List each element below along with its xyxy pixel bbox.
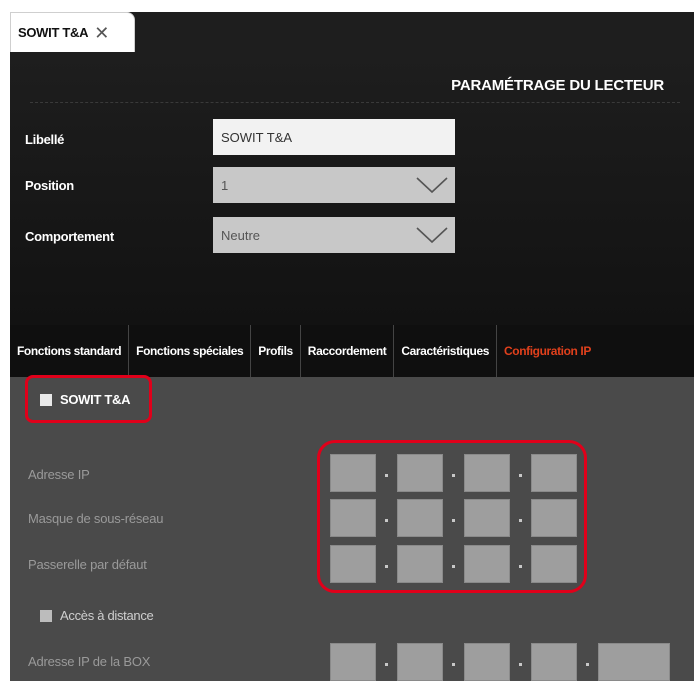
passerelle-label: Passerelle par défaut	[28, 557, 147, 572]
document-tab-bar: SOWIT T&A ✕	[10, 12, 694, 52]
mask-octet-2[interactable]	[397, 499, 443, 537]
libelle-value: SOWIT T&A	[221, 129, 293, 145]
comportement-value: Neutre	[221, 227, 261, 243]
adresse-ip-label: Adresse IP	[28, 467, 90, 482]
mask-octet-3[interactable]	[464, 499, 510, 537]
enable-checkbox-row[interactable]: SOWIT T&A	[40, 392, 131, 407]
box-ip-octet-2[interactable]	[397, 643, 443, 681]
separator-dot	[452, 474, 455, 477]
mask-octet-4[interactable]	[531, 499, 577, 537]
ip-config-panel: SOWIT T&A Adresse IP Masque de sous-rése…	[10, 375, 694, 681]
ip-octet-2[interactable]	[397, 454, 443, 492]
box-ip-octet-4[interactable]	[531, 643, 577, 681]
tab-caracteristiques[interactable]: Caractéristiques	[394, 325, 498, 377]
box-ip-label: Adresse IP de la BOX	[28, 654, 151, 669]
ip-octet-4[interactable]	[531, 454, 577, 492]
remote-access-checkbox-row[interactable]: Accès à distance	[40, 608, 154, 623]
comportement-label: Comportement	[25, 229, 114, 244]
separator-dot	[385, 565, 388, 568]
enable-checkbox-label: SOWIT T&A	[60, 392, 131, 407]
libelle-label: Libellé	[25, 132, 65, 147]
separator-dot	[586, 663, 589, 666]
reader-settings-panel: PARAMÉTRAGE DU LECTEUR Libellé SOWIT T&A…	[10, 52, 694, 325]
document-tab-title: SOWIT T&A	[18, 25, 89, 40]
tab-raccordement[interactable]: Raccordement	[301, 325, 395, 377]
ip-octet-3[interactable]	[464, 454, 510, 492]
separator-dot	[519, 663, 522, 666]
tab-fonctions-speciales[interactable]: Fonctions spéciales	[129, 325, 252, 377]
remote-access-label: Accès à distance	[60, 608, 154, 623]
separator-dot	[452, 565, 455, 568]
ip-octet-1[interactable]	[330, 454, 376, 492]
box-ip-octet-1[interactable]	[330, 643, 376, 681]
chevron-down-icon	[416, 227, 448, 244]
separator-dot	[452, 519, 455, 522]
separator-dot	[519, 565, 522, 568]
position-label: Position	[25, 178, 74, 193]
document-tab[interactable]: SOWIT T&A ✕	[10, 12, 135, 52]
box-port-input[interactable]	[598, 643, 670, 681]
tab-profils[interactable]: Profils	[251, 325, 301, 377]
gateway-octet-4[interactable]	[531, 545, 577, 583]
tab-fonctions-standard[interactable]: Fonctions standard	[10, 325, 130, 377]
gateway-octet-2[interactable]	[397, 545, 443, 583]
separator-dot	[519, 519, 522, 522]
gateway-octet-3[interactable]	[464, 545, 510, 583]
position-select[interactable]: 1	[213, 167, 455, 203]
page-title: PARAMÉTRAGE DU LECTEUR	[451, 77, 664, 94]
masque-label: Masque de sous-réseau	[28, 511, 164, 526]
box-ip-octet-3[interactable]	[464, 643, 510, 681]
separator-dot	[385, 663, 388, 666]
chevron-down-icon	[416, 177, 448, 194]
enable-checkbox[interactable]	[40, 393, 52, 406]
gateway-octet-1[interactable]	[330, 545, 376, 583]
close-icon[interactable]: ✕	[94, 24, 109, 42]
remote-access-checkbox[interactable]	[40, 609, 52, 622]
separator-dot	[385, 474, 388, 477]
mask-octet-1[interactable]	[330, 499, 376, 537]
position-value: 1	[221, 177, 229, 193]
separator-dot	[519, 474, 522, 477]
libelle-input[interactable]: SOWIT T&A	[213, 119, 455, 155]
divider	[30, 102, 680, 103]
separator-dot	[452, 663, 455, 666]
separator-dot	[385, 519, 388, 522]
comportement-select[interactable]: Neutre	[213, 217, 455, 253]
settings-tabs: Fonctions standard Fonctions spéciales P…	[10, 325, 694, 377]
tab-configuration-ip[interactable]: Configuration IP	[497, 325, 598, 377]
